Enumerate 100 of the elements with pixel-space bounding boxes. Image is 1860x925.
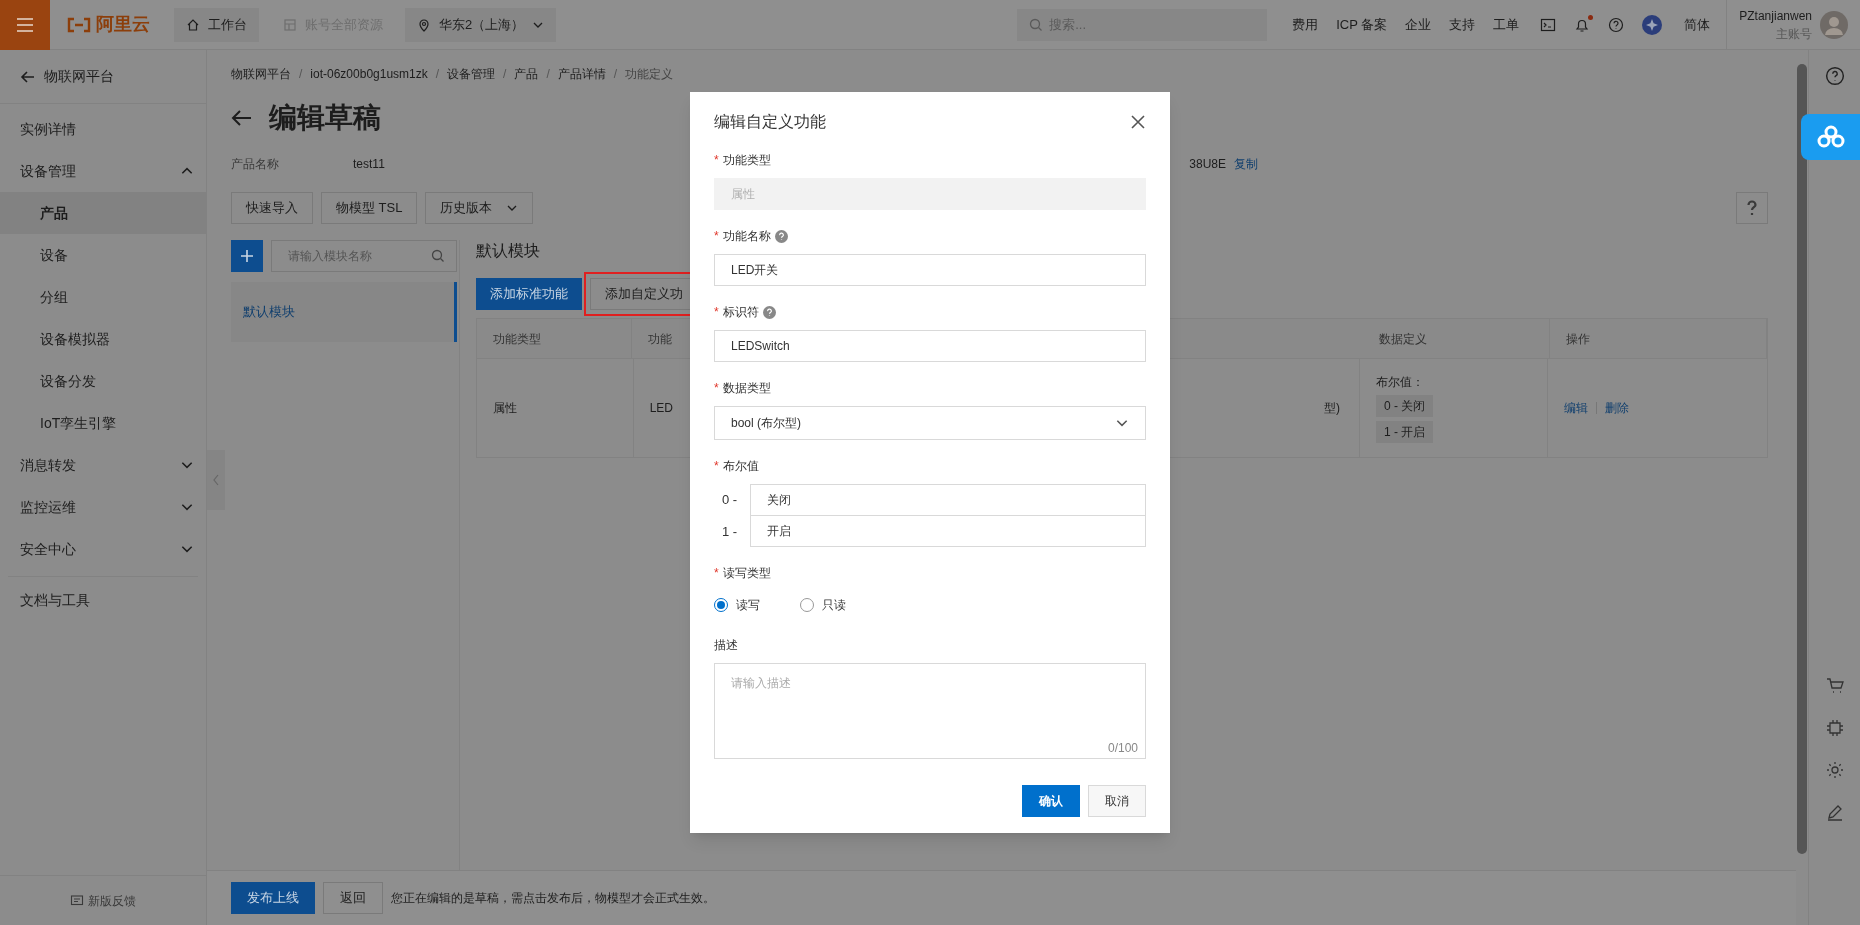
toolbar-button[interactable]: 快速导入: [231, 192, 313, 224]
cart-icon[interactable]: [1825, 677, 1844, 695]
sidebar-item[interactable]: 监控运维: [0, 486, 206, 528]
region-dropdown[interactable]: 华东2（上海）: [405, 7, 557, 42]
product-name: test11: [353, 156, 385, 173]
row-action-link[interactable]: 编辑: [1564, 399, 1589, 417]
sidebar-item[interactable]: 文档与工具: [0, 577, 206, 623]
sidebar-item[interactable]: 安全中心: [0, 528, 206, 570]
bool-label-input[interactable]: 开启: [750, 515, 1146, 547]
product-key: 38U8E: [1189, 155, 1226, 173]
required-mark: *: [714, 228, 719, 245]
gear-icon[interactable]: [1825, 761, 1844, 779]
toolbar-button[interactable]: 历史版本: [425, 192, 534, 224]
sidebar-subitem[interactable]: 设备分发: [0, 360, 206, 402]
top-nav-link[interactable]: ICP 备案: [1327, 14, 1397, 35]
search-icon: [1029, 17, 1044, 32]
table-cell: 属性: [477, 359, 634, 457]
cancel-button[interactable]: 取消: [1088, 785, 1146, 817]
field-label: 描述: [714, 637, 738, 654]
sidebar-item[interactable]: 实例详情: [0, 108, 206, 150]
radio-option[interactable]: 读写: [714, 596, 760, 614]
cloud-logo-icon: [1817, 125, 1845, 149]
add-module-button[interactable]: [231, 240, 263, 272]
breadcrumb-link[interactable]: 产品详情: [557, 65, 606, 83]
sidebar-subitem[interactable]: 设备: [0, 234, 206, 276]
field-label: 功能类型: [722, 152, 771, 169]
sidebar-item[interactable]: 消息转发: [0, 444, 206, 486]
breadcrumb-separator: /: [546, 66, 550, 83]
bool-label-input[interactable]: 关闭: [750, 484, 1146, 516]
radio-option[interactable]: 只读: [800, 596, 846, 614]
sidebar-subitem[interactable]: 设备模拟器: [0, 318, 206, 360]
feedback-link[interactable]: 新版反馈: [0, 875, 206, 925]
breadcrumb-link[interactable]: 物联网平台: [231, 65, 291, 83]
help-icon[interactable]: [1608, 16, 1625, 33]
feedback-icon: [70, 893, 84, 908]
copy-link[interactable]: 复制: [1234, 155, 1258, 173]
top-nav-link[interactable]: 工单: [1484, 14, 1529, 35]
table-cell-text: LED: [648, 400, 674, 417]
field-label: 数据类型: [722, 380, 771, 397]
sidebar-subitem[interactable]: IoT孪生引擎: [0, 402, 206, 444]
toolbar-button[interactable]: 物模型 TSL: [321, 192, 418, 224]
top-nav-link[interactable]: 支持: [1440, 14, 1485, 35]
logo-icon: [66, 16, 92, 33]
sidebar-subitem[interactable]: 产品: [0, 192, 206, 234]
help-button[interactable]: [1736, 192, 1768, 224]
field-label: 读写类型: [722, 565, 771, 582]
breadcrumb-separator: /: [503, 66, 507, 83]
field-label: 标识符: [722, 304, 759, 321]
bool-key: 0 -: [714, 490, 750, 510]
breadcrumb-link[interactable]: 设备管理: [447, 65, 496, 83]
required-mark: *: [714, 304, 719, 321]
chip-icon[interactable]: [1825, 719, 1844, 737]
user-name: PZtanjianwen: [1739, 7, 1812, 25]
breadcrumb-separator: /: [299, 66, 303, 83]
required-mark: *: [714, 152, 719, 169]
page-title: 编辑草稿: [269, 101, 381, 135]
floating-widget[interactable]: [1801, 114, 1860, 160]
menu-button[interactable]: [0, 0, 50, 50]
pencil-icon[interactable]: [1825, 803, 1844, 821]
breadcrumb-link[interactable]: 产品: [514, 65, 539, 83]
field-label: 功能名称: [722, 228, 771, 245]
data-type-select[interactable]: bool (布尔型): [714, 406, 1146, 440]
help-icon[interactable]: [762, 305, 776, 319]
bool-key: 1 -: [714, 521, 750, 542]
terminal-icon[interactable]: [1540, 16, 1557, 33]
module-title: 默认模块: [476, 241, 540, 261]
collapse-handle[interactable]: [207, 450, 225, 510]
breadcrumb-separator: /: [613, 66, 618, 83]
add-feature-button[interactable]: 添加标准功能: [476, 278, 582, 310]
draft-notice: 您正在编辑的是草稿，需点击发布后，物模型才会正式生效。: [391, 890, 715, 907]
star-badge-icon[interactable]: [1642, 14, 1663, 35]
workbench-button[interactable]: 工作台: [174, 7, 259, 42]
grid-icon: [283, 17, 297, 32]
definition-title: 布尔值：: [1376, 374, 1426, 391]
publish-button[interactable]: 发布上线: [231, 882, 315, 914]
text-input[interactable]: LED开关: [714, 254, 1146, 286]
back-link[interactable]: 物联网平台: [0, 50, 206, 104]
breadcrumb-link[interactable]: 功能定义: [625, 65, 674, 83]
text-input[interactable]: LEDSwitch: [714, 330, 1146, 362]
confirm-button[interactable]: 确认: [1022, 785, 1080, 817]
language-link[interactable]: 简体: [1674, 0, 1728, 50]
chevron-left-icon: [212, 474, 220, 486]
close-icon[interactable]: [1130, 114, 1146, 130]
sidebar-subitem[interactable]: 分组: [0, 276, 206, 318]
scrollbar-thumb[interactable]: [1797, 64, 1807, 854]
sidebar-item[interactable]: 设备管理: [0, 150, 206, 192]
column-header: 操作: [1550, 319, 1767, 358]
field-label: 产品名称: [231, 156, 280, 173]
top-nav-link[interactable]: 企业: [1396, 14, 1441, 35]
help-icon[interactable]: [1824, 66, 1845, 86]
top-nav-link[interactable]: 费用: [1283, 14, 1328, 35]
help-icon[interactable]: [774, 229, 788, 243]
value-tag: 0 - 关闭: [1376, 395, 1434, 417]
module-item[interactable]: 默认模块: [231, 282, 457, 342]
row-action-link[interactable]: 删除: [1605, 399, 1630, 417]
dialog-title: 编辑自定义功能: [714, 112, 826, 132]
return-button[interactable]: 返回: [323, 882, 383, 914]
search-icon: [431, 249, 445, 263]
required-mark: *: [714, 458, 719, 475]
breadcrumb-link[interactable]: iot-06z00b0g1usm1zk: [310, 65, 428, 83]
